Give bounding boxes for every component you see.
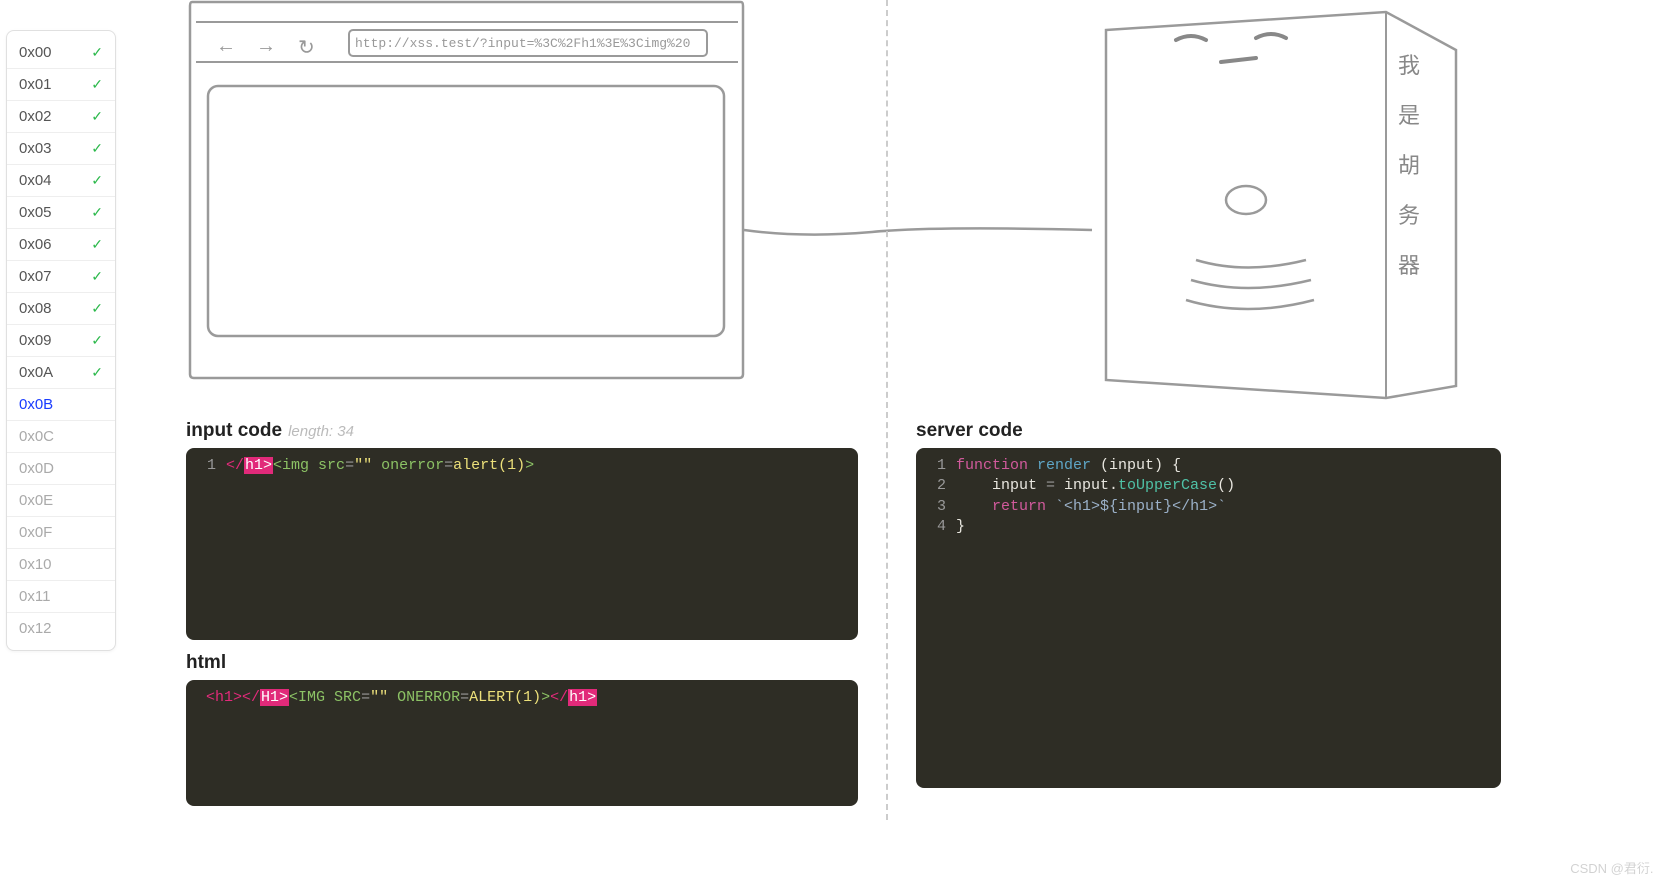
watermark: CSDN @君衍.⠀ bbox=[1570, 858, 1663, 877]
sidebar-item-0x04[interactable]: 0x04 ✓ bbox=[7, 165, 115, 197]
main-area: ← → ↻ http://xss.test/?input=%3C%2Fh1%3E… bbox=[186, 0, 1656, 883]
sidebar-item-label: 0x04 bbox=[19, 172, 52, 189]
sidebar-item-label: 0x07 bbox=[19, 268, 52, 285]
sidebar-item-label: 0x05 bbox=[19, 204, 52, 221]
sidebar-item-0x10[interactable]: 0x10 bbox=[7, 549, 115, 581]
check-icon: ✓ bbox=[91, 236, 103, 253]
line-number: 1 bbox=[926, 456, 946, 476]
sidebar-item-0x0E[interactable]: 0x0E bbox=[7, 485, 115, 517]
sidebar-item-0x00[interactable]: 0x00 ✓ bbox=[7, 37, 115, 69]
back-arrow-icon: ← bbox=[216, 35, 236, 58]
check-icon: ✓ bbox=[91, 108, 103, 125]
divider-line bbox=[886, 0, 888, 820]
sidebar-item-0x11[interactable]: 0x11 bbox=[7, 581, 115, 613]
sidebar-item-label: 0x0E bbox=[19, 492, 53, 509]
server-code-title: server code bbox=[916, 420, 1023, 442]
sidebar-item-0x12[interactable]: 0x12 bbox=[7, 613, 115, 644]
sidebar-item-0x05[interactable]: 0x05 ✓ bbox=[7, 197, 115, 229]
input-code-block[interactable]: 1</h1><img src="" onerror=alert(1)> bbox=[186, 448, 858, 640]
sidebar-item-label: 0x0C bbox=[19, 428, 54, 445]
sidebar-item-label: 0x0F bbox=[19, 524, 52, 541]
sidebar-item-0x08[interactable]: 0x08 ✓ bbox=[7, 293, 115, 325]
html-title: html bbox=[186, 652, 226, 674]
forward-arrow-icon: → bbox=[256, 35, 276, 58]
sidebar-item-0x03[interactable]: 0x03 ✓ bbox=[7, 133, 115, 165]
html-title-row: html bbox=[186, 652, 858, 674]
sidebar-item-label: 0x0A bbox=[19, 364, 53, 381]
server-code-title-row: server code bbox=[916, 420, 1501, 442]
reload-icon: ↻ bbox=[298, 35, 315, 60]
input-code-length: length: 34 bbox=[288, 423, 354, 440]
html-output-block: <h1></H1><IMG SRC="" ONERROR=ALERT(1)></… bbox=[186, 680, 858, 806]
sidebar-item-label: 0x03 bbox=[19, 140, 52, 157]
check-icon: ✓ bbox=[91, 44, 103, 61]
sidebar-item-label: 0x09 bbox=[19, 332, 52, 349]
sidebar-item-0x09[interactable]: 0x09 ✓ bbox=[7, 325, 115, 357]
sidebar-item-0x0C[interactable]: 0x0C bbox=[7, 421, 115, 453]
sidebar-item-label: 0x06 bbox=[19, 236, 52, 253]
sidebar-item-0x01[interactable]: 0x01 ✓ bbox=[7, 69, 115, 101]
sidebar-item-label: 0x00 bbox=[19, 44, 52, 61]
sidebar-item-label: 0x0B bbox=[19, 396, 53, 413]
sidebar-item-label: 0x10 bbox=[19, 556, 52, 573]
sidebar-item-0x06[interactable]: 0x06 ✓ bbox=[7, 229, 115, 261]
line-number: 4 bbox=[926, 517, 946, 537]
code-line: 1</h1><img src="" onerror=alert(1)> bbox=[186, 456, 858, 476]
server-label: 我是胡务器 bbox=[1398, 48, 1420, 280]
server-code-block: 1function render (input) {2 input = inpu… bbox=[916, 448, 1501, 788]
check-icon: ✓ bbox=[91, 300, 103, 317]
sidebar-item-0x0F[interactable]: 0x0F bbox=[7, 517, 115, 549]
input-code-title-row: input code length: 34 bbox=[186, 420, 858, 442]
check-icon: ✓ bbox=[91, 172, 103, 189]
sidebar-item-label: 0x11 bbox=[19, 588, 50, 605]
code-line: <h1></H1><IMG SRC="" ONERROR=ALERT(1)></… bbox=[186, 688, 858, 708]
line-number: 2 bbox=[926, 476, 946, 496]
code-line: 3 return `<h1>${input}</h1>` bbox=[916, 497, 1501, 517]
check-icon: ✓ bbox=[91, 268, 103, 285]
sidebar-item-0x0D[interactable]: 0x0D bbox=[7, 453, 115, 485]
check-icon: ✓ bbox=[91, 76, 103, 93]
server-illustration bbox=[1056, 0, 1496, 400]
sidebar-item-label: 0x02 bbox=[19, 108, 52, 125]
sidebar-item-0x07[interactable]: 0x07 ✓ bbox=[7, 261, 115, 293]
code-line: 2 input = input.toUpperCase() bbox=[916, 476, 1501, 496]
code-line: 1function render (input) { bbox=[916, 456, 1501, 476]
connection-line bbox=[742, 190, 1102, 270]
line-number: 3 bbox=[926, 497, 946, 517]
check-icon: ✓ bbox=[91, 140, 103, 157]
sidebar-item-0x0A[interactable]: 0x0A ✓ bbox=[7, 357, 115, 389]
sidebar-item-label: 0x0D bbox=[19, 460, 54, 477]
check-icon: ✓ bbox=[91, 332, 103, 349]
sidebar-item-label: 0x01 bbox=[19, 76, 52, 93]
line-number: 1 bbox=[196, 456, 216, 476]
sidebar-item-0x0B[interactable]: 0x0B bbox=[7, 389, 115, 421]
check-icon: ✓ bbox=[91, 204, 103, 221]
code-line: 4} bbox=[916, 517, 1501, 537]
level-sidebar: 0x00 ✓ 0x01 ✓ 0x02 ✓ 0x03 ✓ 0x04 ✓ 0x05 ✓ 0x06 ✓ 0x07 ✓… bbox=[6, 30, 116, 651]
check-icon: ✓ bbox=[91, 364, 103, 381]
sidebar-item-0x02[interactable]: 0x02 ✓ bbox=[7, 101, 115, 133]
sidebar-item-label: 0x12 bbox=[19, 620, 52, 637]
sidebar-item-label: 0x08 bbox=[19, 300, 52, 317]
input-code-title: input code bbox=[186, 420, 282, 442]
